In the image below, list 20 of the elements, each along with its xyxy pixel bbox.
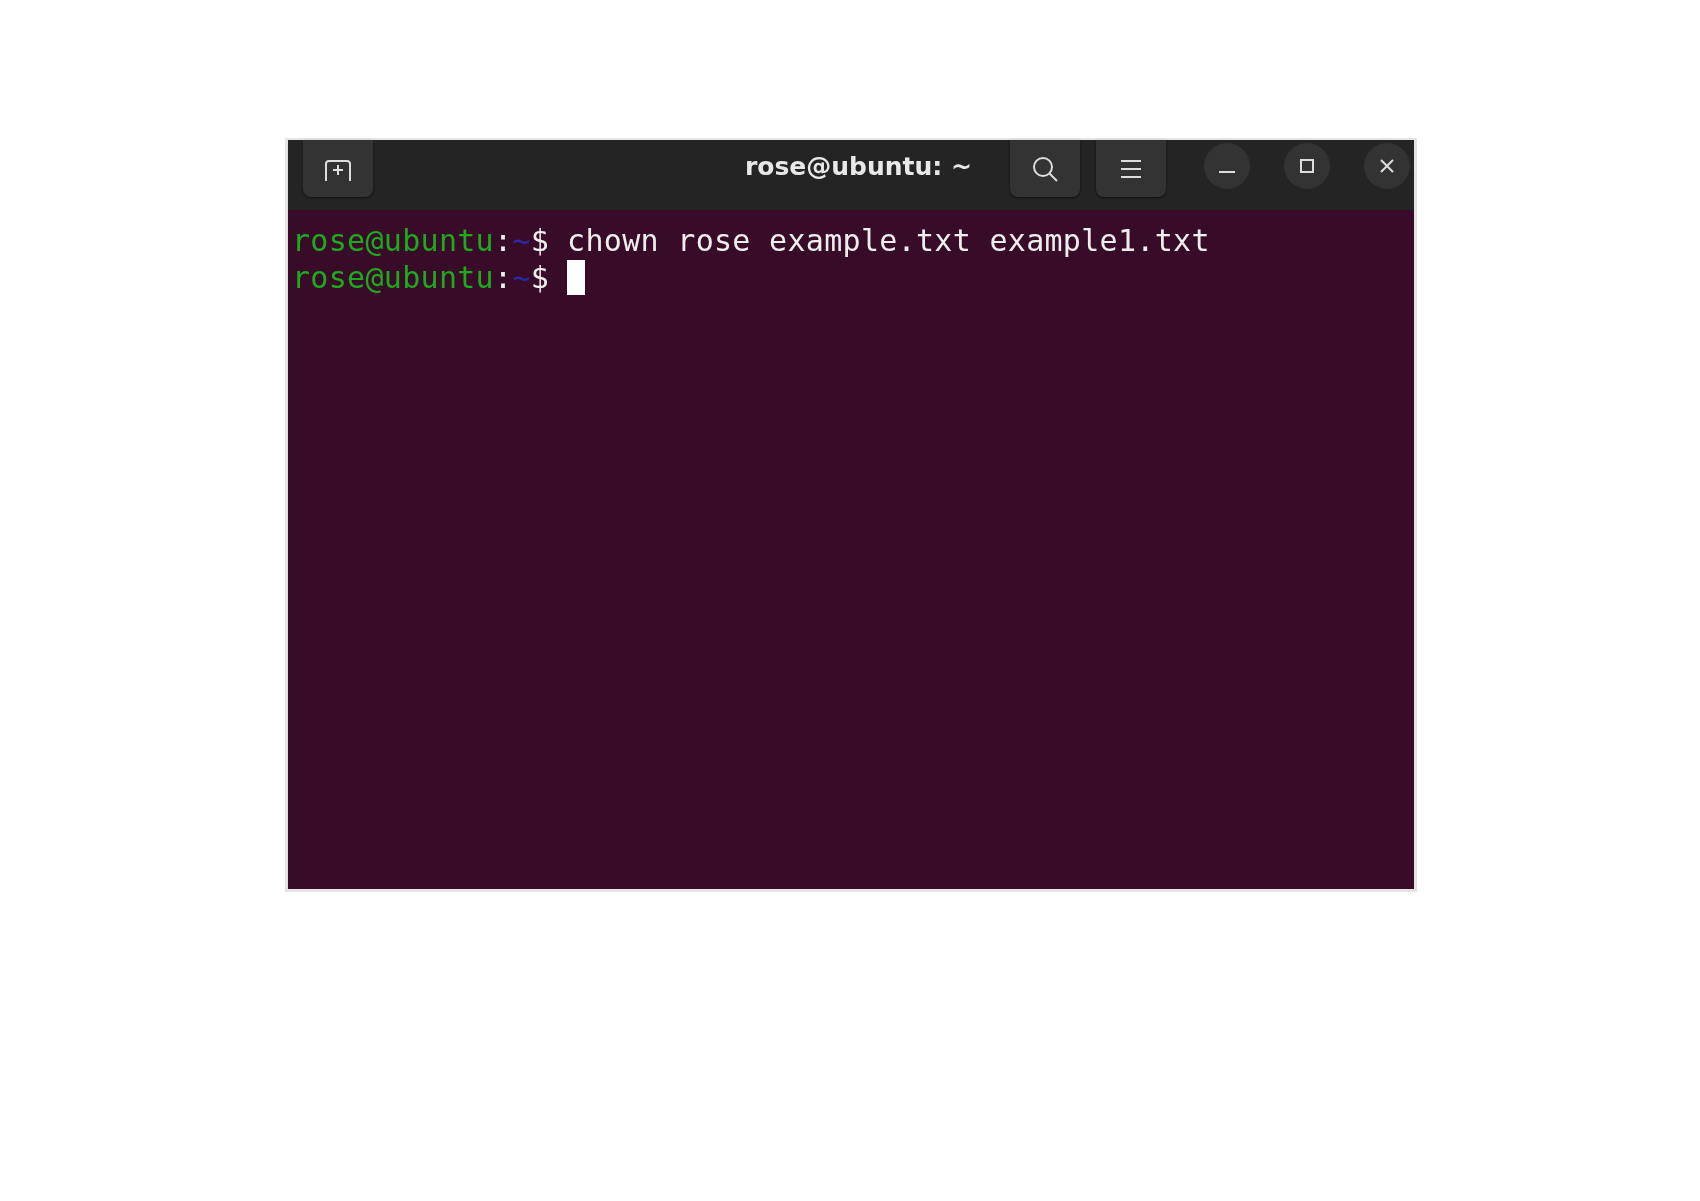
prompt-user: rose@ubuntu [292,259,494,296]
prompt-user: rose@ubuntu [292,222,494,259]
window-title: rose@ubuntu: ~ [744,152,972,182]
prompt-path: ~ [512,222,531,259]
maximize-icon [1299,158,1315,174]
search-button[interactable] [1010,140,1080,197]
prompt-symbol: $ [530,222,550,259]
close-button[interactable] [1364,143,1410,189]
prompt-separator: : [494,259,513,296]
prompt-separator: : [494,222,513,259]
maximize-button[interactable] [1284,143,1330,189]
command-text: chown rose example.txt example1.txt [567,222,1210,259]
minimize-icon [1219,171,1235,173]
prompt-path: ~ [512,259,531,296]
menu-icon [1120,158,1142,179]
close-icon [1379,158,1395,174]
new-tab-button[interactable] [303,140,373,197]
prompt-symbol: $ [530,259,550,296]
menu-button[interactable] [1096,140,1166,197]
search-icon [1031,154,1059,183]
